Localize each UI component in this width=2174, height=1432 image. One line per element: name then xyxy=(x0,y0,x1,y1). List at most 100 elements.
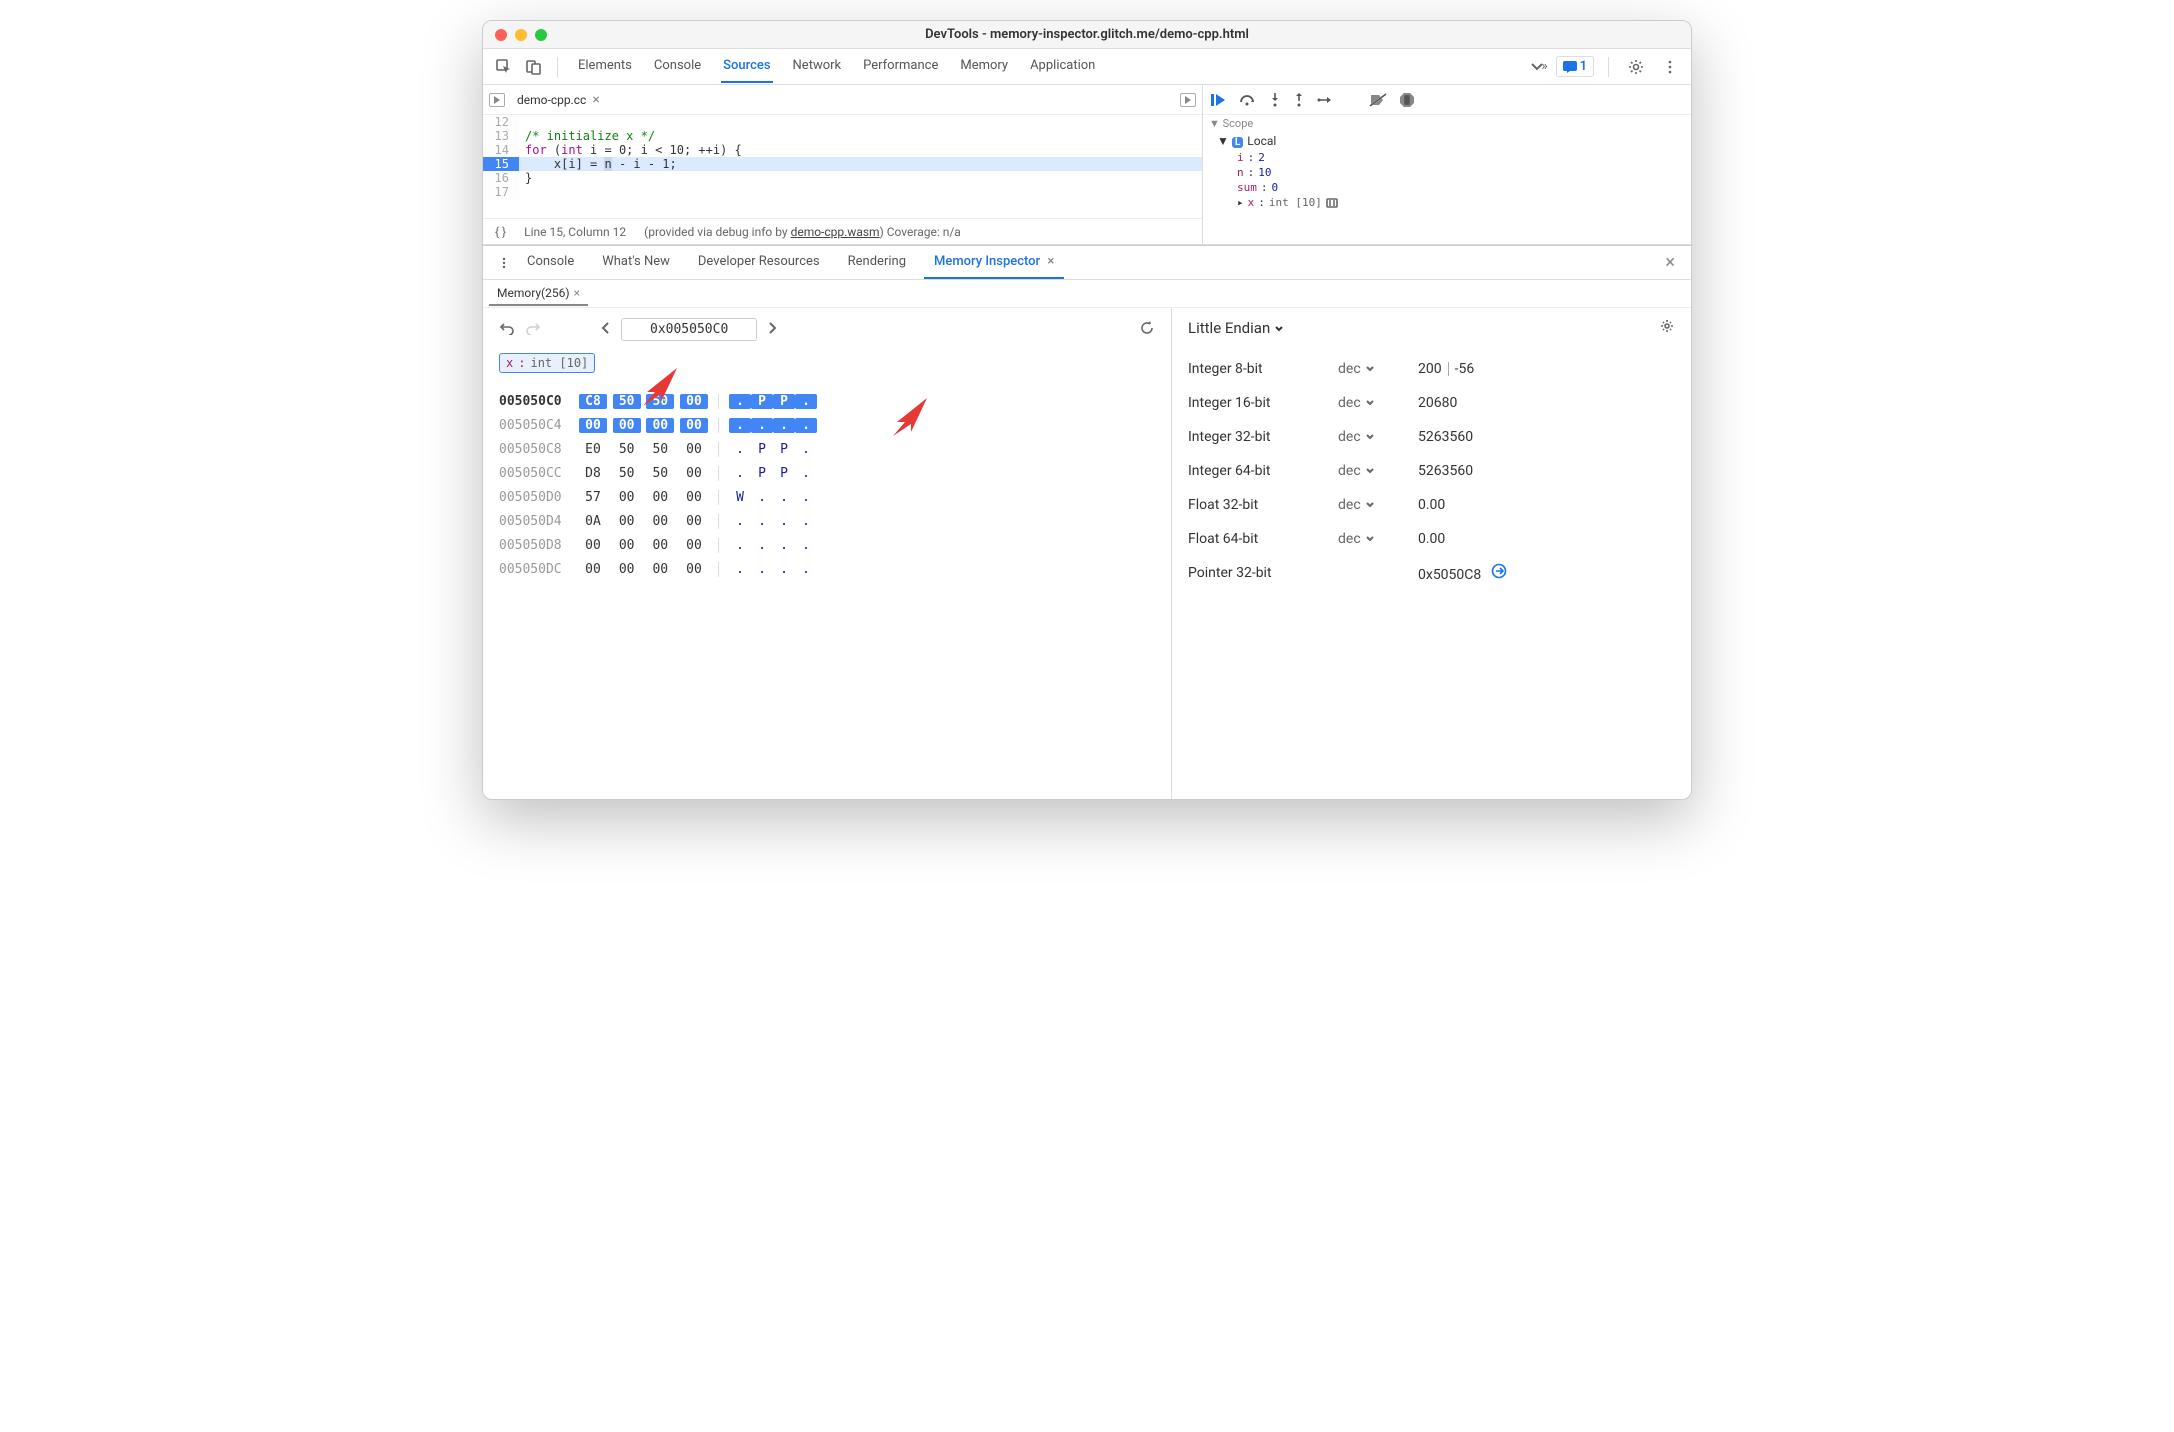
annotation-arrow xyxy=(633,362,681,410)
debugger-pane: ▼ Scope ▼ LLocal i: 2n: 10sum: 0▸x: int … xyxy=(1203,85,1691,244)
value-row: Integer 64-bitdec 5263560 xyxy=(1188,454,1675,488)
tab-network[interactable]: Network xyxy=(791,50,844,83)
tab-sources[interactable]: Sources xyxy=(721,50,772,83)
snippets-icon[interactable] xyxy=(1180,93,1196,107)
format-select[interactable]: dec xyxy=(1338,395,1418,411)
toolbar-right: 1 xyxy=(1556,54,1683,80)
format-select[interactable]: dec xyxy=(1338,531,1418,547)
redo-icon[interactable] xyxy=(525,321,541,339)
hex-row[interactable]: 005050C0C8505000.PP. xyxy=(499,389,1155,413)
deactivate-breakpoints-icon[interactable] xyxy=(1369,93,1387,107)
value-row: Integer 32-bitdec 5263560 xyxy=(1188,420,1675,454)
undo-icon[interactable] xyxy=(499,321,515,339)
main-toolbar: Elements Console Sources Network Performance… xyxy=(483,49,1691,85)
memory-inspector: 0x005050C0 x: int [10] xyxy=(483,308,1691,799)
drawer-tab-what-s-new[interactable]: What's New xyxy=(592,246,680,279)
scope-local[interactable]: ▼ LLocal xyxy=(1217,132,1685,150)
close-icon[interactable]: × xyxy=(574,286,580,300)
drawer-tab-developer-resources[interactable]: Developer Resources xyxy=(688,246,830,279)
step-over-icon[interactable] xyxy=(1239,93,1257,107)
content: demo-cpp.cc × 1213/* initialize x */14fo… xyxy=(483,85,1691,799)
hex-row[interactable]: 005050CCD8505000.PP. xyxy=(499,461,1155,485)
format-select[interactable]: dec xyxy=(1338,361,1418,377)
memory-nav: 0x005050C0 xyxy=(499,318,1155,341)
goto-icon[interactable] xyxy=(1491,567,1507,583)
format-select[interactable]: dec xyxy=(1338,429,1418,445)
value-row: Integer 8-bitdec 200-56 xyxy=(1188,352,1675,386)
code-editor[interactable]: 1213/* initialize x */14for (int i = 0; … xyxy=(483,115,1202,218)
cursor-position: Line 15, Column 12 xyxy=(524,225,626,239)
messages-badge[interactable]: 1 xyxy=(1556,56,1594,77)
next-page-icon[interactable] xyxy=(767,321,777,339)
panel-tabs: Elements Console Sources Network Performance… xyxy=(576,50,1522,83)
messages-count: 1 xyxy=(1580,59,1587,74)
devtools-window: DevTools - memory-inspector.glitch.me/de… xyxy=(482,20,1692,800)
pause-exceptions-icon[interactable] xyxy=(1399,92,1415,108)
value-row: Float 64-bitdec 0.00 xyxy=(1188,522,1675,556)
refresh-icon[interactable] xyxy=(1139,320,1155,340)
wasm-link[interactable]: demo-cpp.wasm xyxy=(791,225,880,239)
more-tabs-icon[interactable]: » xyxy=(1526,54,1552,80)
scope-var[interactable]: ▸x: int [10] xyxy=(1217,195,1685,210)
drawer: ConsoleWhat's NewDeveloper ResourcesRend… xyxy=(483,245,1691,799)
editor-statusbar: { } Line 15, Column 12 (provided via deb… xyxy=(483,218,1202,244)
value-row: Float 32-bitdec 0.00 xyxy=(1188,488,1675,522)
hex-row[interactable]: 005050D800000000.... xyxy=(499,533,1155,557)
hex-row[interactable]: 005050DC00000000.... xyxy=(499,557,1155,581)
drawer-tab-rendering[interactable]: Rendering xyxy=(838,246,916,279)
scope-panel: ▼ Scope ▼ LLocal i: 2n: 10sum: 0▸x: int … xyxy=(1203,115,1691,244)
address-input[interactable]: 0x005050C0 xyxy=(621,318,757,341)
kebab-menu-icon[interactable] xyxy=(1657,54,1683,80)
tab-console[interactable]: Console xyxy=(652,50,703,83)
editor-pane: demo-cpp.cc × 1213/* initialize x */14fo… xyxy=(483,85,1203,244)
settings-gear-icon[interactable] xyxy=(1659,318,1675,338)
value-row: Integer 16-bitdec 20680 xyxy=(1188,386,1675,420)
debug-info: (provided via debug info by demo-cpp.was… xyxy=(644,225,961,239)
file-tab[interactable]: demo-cpp.cc × xyxy=(511,88,606,112)
resume-icon[interactable] xyxy=(1211,93,1227,107)
scope-header[interactable]: ▼ Scope xyxy=(1209,115,1685,132)
chip-type: int [10] xyxy=(530,356,588,370)
tab-elements[interactable]: Elements xyxy=(576,50,634,83)
value-row: Pointer 32-bit0x5050C8 xyxy=(1188,556,1675,590)
hex-row[interactable]: 005050C400000000.... xyxy=(499,413,1155,437)
debugger-toolbar xyxy=(1203,85,1691,115)
format-select[interactable]: dec xyxy=(1338,463,1418,479)
drawer-tab-memory-inspector[interactable]: Memory Inspector × xyxy=(924,246,1064,279)
tab-memory[interactable]: Memory xyxy=(958,50,1010,83)
step-icon[interactable] xyxy=(1317,94,1335,106)
navigator-icon[interactable] xyxy=(489,93,505,107)
value-interpreter: Little Endian Integer 8-bitdec 200-56Int… xyxy=(1171,308,1691,799)
device-toolbar-icon[interactable] xyxy=(521,54,547,80)
hex-row[interactable]: 005050D40A000000.... xyxy=(499,509,1155,533)
prev-page-icon[interactable] xyxy=(601,321,611,339)
format-select[interactable]: dec xyxy=(1338,497,1418,513)
memory-tabs: Memory(256) × xyxy=(483,280,1691,308)
titlebar: DevTools - memory-inspector.glitch.me/de… xyxy=(483,21,1691,49)
scope-var[interactable]: sum: 0 xyxy=(1217,180,1685,195)
file-tab-label: demo-cpp.cc xyxy=(517,93,586,107)
endian-select[interactable]: Little Endian xyxy=(1188,319,1284,337)
hex-view[interactable]: 005050C0C8505000.PP.005050C400000000....… xyxy=(499,389,1155,581)
annotation-arrow xyxy=(883,392,931,440)
settings-gear-icon[interactable] xyxy=(1623,54,1649,80)
value-header: Little Endian xyxy=(1188,318,1675,338)
inspect-element-icon[interactable] xyxy=(491,54,517,80)
tab-application[interactable]: Application xyxy=(1028,50,1097,83)
close-drawer-icon[interactable]: × xyxy=(1657,252,1683,273)
object-chip[interactable]: x: int [10] xyxy=(499,353,595,373)
memory-tab[interactable]: Memory(256) × xyxy=(489,282,588,306)
hex-row[interactable]: 005050C8E0505000.PP. xyxy=(499,437,1155,461)
scope-var[interactable]: n: 10 xyxy=(1217,165,1685,180)
memory-view: 0x005050C0 x: int [10] xyxy=(483,308,1171,799)
hex-row[interactable]: 005050D057000000W... xyxy=(499,485,1155,509)
close-icon[interactable]: × xyxy=(592,92,599,108)
step-out-icon[interactable] xyxy=(1293,92,1305,108)
step-into-icon[interactable] xyxy=(1269,92,1281,108)
tab-performance[interactable]: Performance xyxy=(861,50,940,83)
separator xyxy=(557,57,558,77)
drawer-tab-console[interactable]: Console xyxy=(517,246,584,279)
sources-panel: demo-cpp.cc × 1213/* initialize x */14fo… xyxy=(483,85,1691,245)
scope-var[interactable]: i: 2 xyxy=(1217,150,1685,165)
kebab-menu-icon[interactable] xyxy=(491,250,517,276)
